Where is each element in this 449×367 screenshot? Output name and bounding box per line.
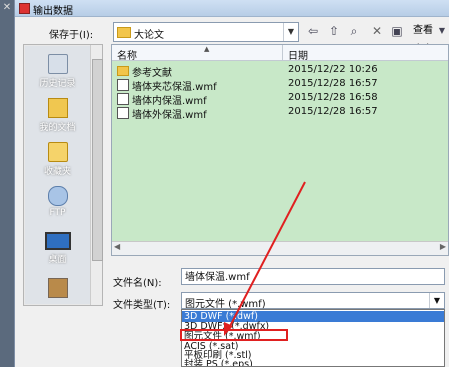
annotation-arrow-line (227, 181, 306, 331)
annotation-arrow (224, 181, 306, 336)
